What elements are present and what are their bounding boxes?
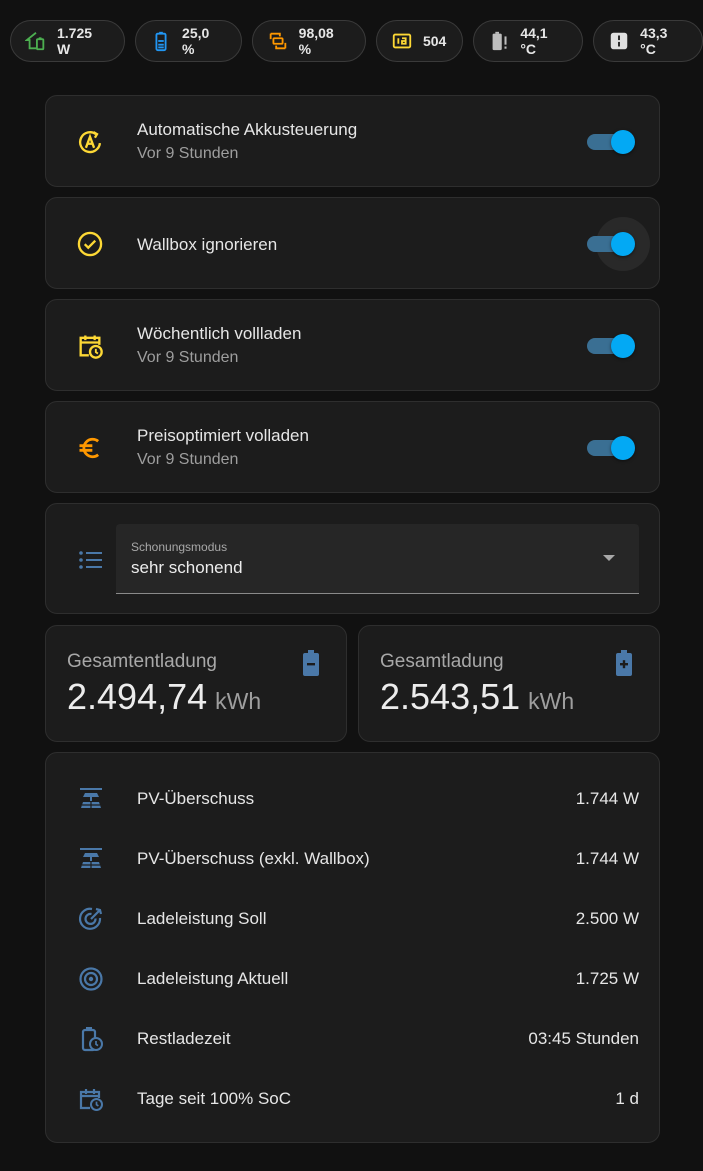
list-item[interactable]: PV-Überschuss (exkl. Wallbox) 1.744 W [46, 829, 659, 889]
solar-panel-icon [78, 786, 104, 812]
solar-panel-icon [78, 846, 104, 872]
row-value: 1.744 W [575, 849, 639, 868]
toggle-switch[interactable] [587, 334, 635, 358]
row-label: Restladezeit [137, 1029, 231, 1048]
energy-card-total-charge[interactable]: Gesamtladung 2.543,51 kWh [358, 625, 660, 742]
target-icon [78, 966, 104, 992]
row-value: 03:45 Stunden [528, 1029, 639, 1048]
euro-icon [76, 434, 104, 462]
list-item[interactable]: PV-Überschuss 1.744 W [46, 769, 659, 829]
chip-battery-level[interactable]: 25,0 % [135, 20, 242, 62]
toggle-title: Automatische Akkusteuerung [137, 120, 358, 139]
chip-battery-temperature[interactable]: 44,1 °C [473, 20, 584, 62]
row-value: 1.744 W [575, 789, 639, 808]
chip-battery-cycles[interactable]: 504 [375, 20, 464, 62]
toggle-subtitle: Vor 9 Stunden [137, 145, 239, 162]
battery-sync-icon [267, 30, 289, 52]
row-label: PV-Überschuss [137, 789, 255, 808]
list-item[interactable]: Restladezeit 03:45 Stunden [46, 1009, 659, 1069]
list-item[interactable]: Ladeleistung Soll 2.500 W [46, 889, 659, 949]
energy-value: 2.543,51 [380, 676, 521, 717]
energy-value: 2.494,74 [67, 676, 208, 717]
toggle-card-weekly-full-charge[interactable]: Wöchentlich vollladen Vor 9 Stunden [45, 299, 660, 391]
inverter-icon [608, 30, 630, 52]
battery-level-icon [150, 30, 172, 52]
sensor-list: PV-Überschuss 1.744 W PV-Überschuss (exk… [45, 752, 660, 1143]
row-label: Tage seit 100% SoC [137, 1089, 292, 1108]
row-value: 1.725 W [575, 969, 639, 988]
toggle-subtitle: Vor 9 Stunden [137, 451, 239, 468]
chip-value: 44,1 °C [520, 25, 548, 57]
row-value: 2.500 W [575, 909, 639, 928]
energy-unit: kWh [215, 688, 262, 714]
toggle-card-auto-battery-control[interactable]: Automatische Akkusteuerung Vor 9 Stunden [45, 95, 660, 187]
toggle-title: Preisoptimiert volladen [137, 426, 309, 445]
energy-unit: kWh [528, 688, 575, 714]
clock-battery-icon [78, 1026, 104, 1052]
chip-value: 1.725 W [57, 25, 93, 57]
select-value: sehr schonend [131, 558, 243, 577]
toggle-switch[interactable] [587, 436, 635, 460]
chip-home-power[interactable]: 1.725 W [10, 20, 126, 62]
toggle-title: Wöchentlich vollladen [137, 324, 302, 343]
check-circle-icon [76, 230, 104, 258]
switch-knob [611, 436, 635, 460]
energy-name: Gesamtladung [380, 651, 504, 672]
toggle-switch[interactable] [587, 217, 650, 271]
energy-card-total-discharge[interactable]: Gesamtentladung 2.494,74 kWh [45, 625, 347, 742]
list-item[interactable]: Ladeleistung Aktuell 1.725 W [46, 949, 659, 1009]
battery-alert-icon [488, 30, 510, 52]
protection-mode-select[interactable]: Schonungsmodus sehr schonend [116, 524, 639, 594]
chip-battery-health[interactable]: 98,08 % [251, 20, 366, 62]
status-chips: 1.725 W 25,0 % 98,08 % 504 44,1 °C 43,3 … [10, 20, 703, 62]
battery-cycle-icon [391, 30, 413, 52]
toggle-title: Wallbox ignorieren [137, 235, 278, 254]
energy-value-line: 2.494,74 kWh [67, 676, 261, 718]
home-battery-icon [25, 30, 47, 52]
target-arrow-icon [78, 906, 104, 932]
toggle-subtitle: Vor 9 Stunden [137, 349, 239, 366]
toggle-switch[interactable] [587, 130, 635, 154]
chip-value: 43,3 °C [640, 25, 668, 57]
row-label: Ladeleistung Aktuell [137, 969, 289, 988]
row-value: 1 d [615, 1089, 639, 1108]
chip-value: 25,0 % [182, 25, 210, 57]
battery-plus-icon [615, 650, 633, 676]
chevron-down-icon[interactable] [603, 555, 615, 561]
switch-knob [611, 232, 635, 256]
chip-value: 504 [422, 33, 447, 49]
list-icon [78, 549, 104, 571]
row-label: PV-Überschuss (exkl. Wallbox) [137, 849, 370, 868]
select-card-protection-mode: Schonungsmodus sehr schonend [45, 503, 660, 614]
calendar-clock-icon [78, 1086, 104, 1112]
battery-minus-icon [302, 650, 320, 676]
calendar-clock-icon [76, 332, 104, 360]
switch-knob [611, 334, 635, 358]
energy-name: Gesamtentladung [67, 651, 217, 672]
switch-knob [611, 130, 635, 154]
auto-icon [76, 128, 104, 156]
chip-value: 98,08 % [298, 25, 334, 57]
toggle-card-ignore-wallbox[interactable]: Wallbox ignorieren [45, 197, 660, 289]
row-label: Ladeleistung Soll [137, 909, 267, 928]
energy-value-line: 2.543,51 kWh [380, 676, 574, 718]
list-item[interactable]: Tage seit 100% SoC 1 d [46, 1069, 659, 1129]
chip-inverter-temperature[interactable]: 43,3 °C [593, 20, 703, 62]
toggle-card-price-optimized-charge[interactable]: Preisoptimiert volladen Vor 9 Stunden [45, 401, 660, 493]
select-label: Schonungsmodus [131, 540, 228, 554]
